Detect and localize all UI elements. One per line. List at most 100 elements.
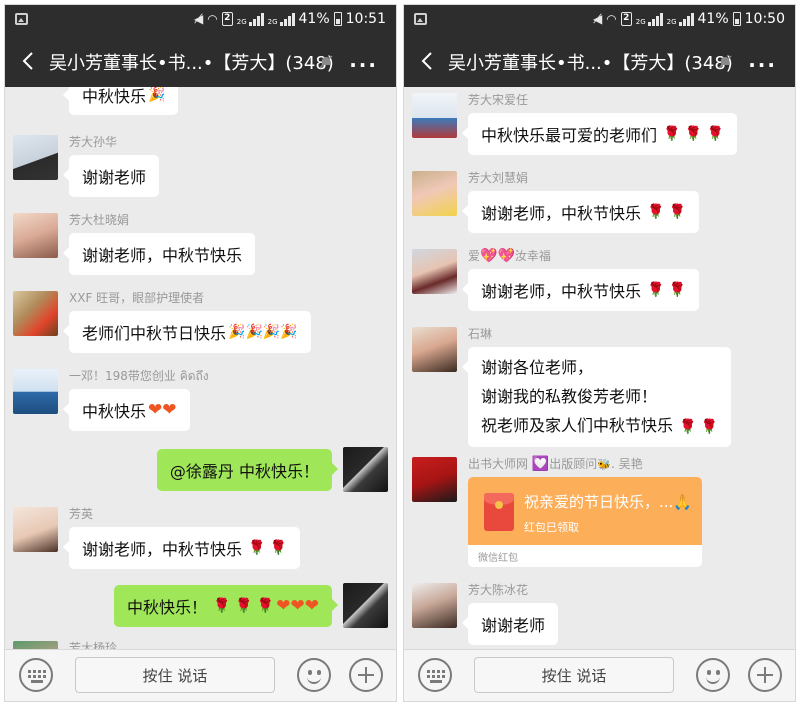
message-bubble[interactable]: 谢谢老师，中秋节快乐 bbox=[62, 233, 256, 275]
emoji-icon[interactable] bbox=[297, 658, 331, 692]
red-packet-title: 祝亲爱的节日快乐，... bbox=[524, 493, 674, 511]
avatar[interactable] bbox=[412, 171, 457, 216]
sender-name: 爱💖💖汝幸福 bbox=[468, 248, 551, 264]
signal-icon: 2G bbox=[636, 12, 663, 26]
message-bubble-own[interactable]: 中秋快乐！ 🌹 🌹 🌹 ❤❤❤ bbox=[114, 585, 338, 627]
message-list: 芳大宋爱任 中秋快乐最可爱的老师们 🌹 🌹 🌹 芳大刘慧娟 谢谢老师，中秋节快乐 🌹… bbox=[404, 87, 795, 649]
sender-name: 芳英 bbox=[69, 507, 94, 521]
message-bubble[interactable]: 谢谢老师 bbox=[62, 155, 160, 197]
gallery-notification-icon bbox=[15, 13, 28, 25]
heart-icon: 💟 bbox=[531, 456, 550, 472]
chat-header: 吴小芳董事长•书...•【芳大】(348) ··· bbox=[5, 35, 396, 87]
message-bubble[interactable]: 谢谢各位老师， 谢谢我的私教俊芳老师！ 祝老师及家人们中秋节快乐 🌹 🌹 bbox=[461, 347, 732, 447]
keyboard-icon[interactable] bbox=[418, 658, 452, 692]
bee-icon: 🐝 bbox=[597, 458, 611, 471]
avatar[interactable] bbox=[343, 583, 388, 628]
rose-icon: 🌹 🌹 🌹 bbox=[213, 598, 275, 614]
avatar[interactable] bbox=[13, 641, 58, 649]
avatar[interactable] bbox=[343, 447, 388, 492]
battery-percent: 41% bbox=[298, 11, 330, 27]
plus-icon[interactable] bbox=[748, 658, 782, 692]
sender-name: XXF 旺哥，眼部护理使者 bbox=[69, 291, 205, 305]
hold-to-talk-button[interactable]: 按住 说话 bbox=[474, 657, 674, 693]
mute-icon: ◀̸ bbox=[593, 12, 603, 26]
keyboard-icon[interactable] bbox=[19, 658, 53, 692]
rose-icon: 🌹 🌹 bbox=[647, 282, 687, 298]
plus-icon[interactable] bbox=[349, 658, 383, 692]
mute-bell-icon bbox=[319, 55, 333, 69]
message-bubble[interactable]: 谢谢老师，中秋节快乐 🌹 🌹 bbox=[62, 527, 301, 569]
message-bubble[interactable]: 老师们中秋节日快乐 🎉🎉🎉🎉 bbox=[63, 311, 311, 353]
heart-icon: 💖💖 bbox=[480, 248, 515, 264]
message-bubble[interactable]: 中秋快乐 ❤❤ bbox=[63, 389, 190, 431]
avatar[interactable] bbox=[13, 213, 58, 258]
message-bubble[interactable]: 谢谢老师，中秋节快乐 🌹 🌹 bbox=[461, 191, 700, 233]
avatar[interactable] bbox=[412, 249, 457, 294]
avatar[interactable] bbox=[412, 327, 457, 372]
message-bubble[interactable]: 谢谢老师，中秋节快乐 🌹 🌹 bbox=[461, 269, 700, 311]
back-arrow-icon[interactable] bbox=[418, 51, 438, 71]
wifi-icon: ◠ bbox=[207, 12, 218, 26]
chat-title: 吴小芳董事长•书...•【芳大】(348) bbox=[49, 53, 334, 74]
heart-icon: ❤❤ bbox=[148, 400, 177, 420]
avatar[interactable] bbox=[13, 369, 58, 414]
gallery-notification-icon bbox=[414, 13, 427, 25]
more-icon[interactable]: ··· bbox=[748, 53, 777, 77]
party-popper-icon: 🎉 bbox=[148, 87, 166, 103]
back-arrow-icon[interactable] bbox=[19, 51, 39, 71]
sender-name: 石琳 bbox=[468, 327, 493, 341]
mute-icon: ◀̸ bbox=[194, 12, 204, 26]
heart-icon: ❤❤❤ bbox=[276, 596, 319, 616]
party-popper-icon: 🎉🎉🎉🎉 bbox=[228, 324, 298, 340]
battery-icon bbox=[333, 12, 342, 26]
hold-to-talk-button[interactable]: 按住 说话 bbox=[75, 657, 275, 693]
message-bubble[interactable]: 中秋快乐 🎉 bbox=[62, 87, 179, 115]
sender-name: 芳大宋爱任 bbox=[468, 93, 529, 107]
avatar[interactable] bbox=[412, 457, 457, 502]
red-packet-card[interactable]: 祝亲爱的节日快乐，...🙏 红包已领取 微信红包 bbox=[468, 477, 702, 567]
red-packet-footer: 微信红包 bbox=[478, 553, 518, 564]
sender-name: 一邓！198带您创业 คิดถึง bbox=[69, 369, 209, 383]
sender-name: 芳大杨玲 bbox=[69, 641, 118, 649]
sim-icon: 2 bbox=[620, 12, 632, 26]
chat-screen-left: ◀̸ ◠ 2 2G 2G 41% 10:51 吴小芳董事长•书...•【芳大】(… bbox=[4, 4, 397, 702]
chat-title: 吴小芳董事长•书...•【芳大】(348) bbox=[448, 53, 733, 74]
signal-icon-2: 2G bbox=[268, 12, 295, 26]
message-bubble-own[interactable]: @徐露丹 中秋快乐！ bbox=[156, 449, 339, 491]
pray-icon: 🙏 bbox=[673, 493, 692, 511]
avatar[interactable] bbox=[13, 135, 58, 180]
status-bar: ◀̸ ◠ 2 2G 2G 41% 10:51 bbox=[5, 5, 396, 35]
red-packet-status: 红包已领取 bbox=[524, 521, 579, 534]
rose-icon: 🌹 🌹 bbox=[679, 418, 719, 435]
message-bubble[interactable]: 谢谢老师 bbox=[461, 603, 559, 645]
battery-percent: 41% bbox=[697, 11, 729, 27]
chat-header: 吴小芳董事长•书...•【芳大】(348) ··· bbox=[404, 35, 795, 87]
sender-name: 出书大师网 💟出版顾问🐝. 吴艳 bbox=[468, 456, 643, 472]
message-bubble[interactable]: 中秋快乐最可爱的老师们 🌹 🌹 🌹 bbox=[461, 113, 738, 155]
emoji-icon[interactable] bbox=[696, 658, 730, 692]
input-bar: 按住 说话 bbox=[404, 649, 795, 701]
mute-bell-icon bbox=[718, 55, 732, 69]
sender-name: 芳大杜晓娟 bbox=[69, 213, 130, 227]
wifi-icon: ◠ bbox=[606, 12, 617, 26]
input-bar: 按住 说话 bbox=[5, 649, 396, 701]
red-envelope-icon bbox=[484, 493, 514, 531]
chat-screen-right: ◀̸ ◠ 2 2G 2G 41% 10:50 吴小芳董事长•书...•【芳大】(… bbox=[403, 4, 796, 702]
avatar[interactable] bbox=[412, 93, 457, 138]
avatar[interactable] bbox=[13, 291, 58, 336]
sender-name: 芳大孙华 bbox=[69, 135, 118, 149]
battery-icon bbox=[732, 12, 741, 26]
sim-icon: 2 bbox=[221, 12, 233, 26]
rose-icon: 🌹 🌹 bbox=[647, 204, 687, 220]
clock: 10:51 bbox=[345, 11, 386, 27]
avatar[interactable] bbox=[412, 583, 457, 628]
sender-name: 芳大刘慧娟 bbox=[468, 171, 529, 185]
signal-icon: 2G bbox=[237, 12, 264, 26]
signal-icon-2: 2G bbox=[667, 12, 694, 26]
message-list: 中秋快乐 🎉 芳大孙华 谢谢老师 芳大杜晓娟 谢谢老师，中秋节快乐 XXF 旺哥，… bbox=[5, 87, 396, 649]
more-icon[interactable]: ··· bbox=[349, 53, 378, 77]
sender-name: 芳大陈冰花 bbox=[468, 583, 529, 597]
avatar[interactable] bbox=[13, 507, 58, 552]
clock: 10:50 bbox=[744, 11, 785, 27]
rose-icon: 🌹 🌹 bbox=[248, 540, 288, 556]
